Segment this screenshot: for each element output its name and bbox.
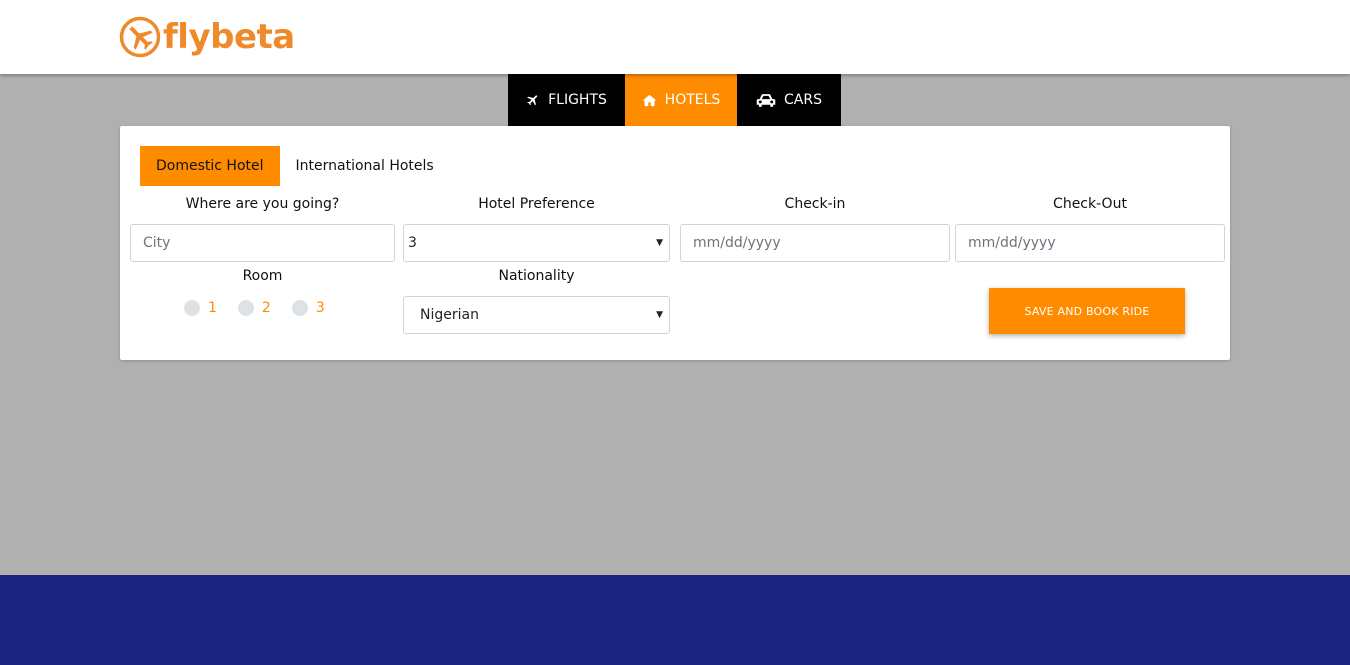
nationality-value: Nigerian bbox=[420, 307, 479, 323]
hotel-preference-select[interactable]: 3 ▼ bbox=[403, 224, 670, 262]
hotel-search-card: Domestic Hotel International Hotels Wher… bbox=[120, 126, 1230, 360]
checkin-placeholder: mm/dd/yyyy bbox=[693, 235, 781, 251]
car-icon bbox=[756, 93, 776, 107]
hotel-preference-label: Hotel Preference bbox=[478, 196, 595, 212]
room-radio-label: 2 bbox=[261, 300, 271, 316]
room-radio-2[interactable]: 2 bbox=[237, 300, 271, 316]
nationality-label: Nationality bbox=[498, 268, 575, 284]
home-icon bbox=[642, 94, 657, 106]
tab-flights[interactable]: FLIGHTS bbox=[508, 74, 625, 126]
radio-circle bbox=[237, 300, 254, 316]
checkout-label: Check-Out bbox=[1053, 196, 1127, 212]
room-radio-1[interactable]: 1 bbox=[184, 300, 217, 316]
destination-input[interactable]: City bbox=[130, 224, 395, 262]
tab-cars-label: CARS bbox=[784, 92, 822, 108]
destination-placeholder: City bbox=[143, 235, 171, 251]
nationality-select[interactable]: Nigerian ▼ bbox=[403, 296, 670, 334]
tab-hotels-label: HOTELS bbox=[664, 92, 721, 108]
room-radio-label: 1 bbox=[208, 300, 217, 316]
radio-circle bbox=[291, 300, 308, 316]
site-header: flybeta bbox=[0, 0, 1350, 74]
room-radio-group: 1 2 3 bbox=[184, 300, 346, 316]
tab-hotels[interactable]: HOTELS bbox=[625, 74, 737, 126]
radio-circle bbox=[184, 300, 200, 316]
destination-label: Where are you going? bbox=[185, 196, 340, 212]
room-radio-label: 3 bbox=[315, 300, 325, 316]
checkin-label: Check-in bbox=[784, 196, 846, 212]
tab-international-hotels[interactable]: International Hotels bbox=[280, 146, 450, 186]
tab-cars[interactable]: CARS bbox=[737, 74, 841, 126]
checkin-date-input[interactable]: mm/dd/yyyy bbox=[680, 224, 950, 262]
room-label: Room bbox=[242, 268, 283, 284]
room-radio-3[interactable]: 3 bbox=[291, 300, 325, 316]
save-and-book-button[interactable]: SAVE AND BOOK RIDE bbox=[989, 288, 1185, 334]
chevron-down-icon: ▼ bbox=[656, 238, 663, 248]
site-footer bbox=[0, 575, 1350, 665]
plane-icon bbox=[527, 95, 538, 106]
hotel-preference-value: 3 bbox=[408, 235, 417, 251]
product-tabs: FLIGHTS HOTELS CARS bbox=[508, 74, 841, 126]
brand-logo[interactable]: flybeta bbox=[119, 15, 295, 59]
checkout-date-input[interactable]: mm/dd/yyyy bbox=[955, 224, 1225, 262]
brand-name: flybeta bbox=[163, 17, 295, 57]
logo-plane-icon bbox=[119, 16, 161, 58]
tab-flights-label: FLIGHTS bbox=[548, 92, 607, 108]
tab-domestic-hotel[interactable]: Domestic Hotel bbox=[140, 146, 280, 186]
hotel-type-tabs: Domestic Hotel International Hotels bbox=[140, 146, 450, 186]
chevron-down-icon: ▼ bbox=[656, 310, 663, 320]
checkout-placeholder: mm/dd/yyyy bbox=[968, 235, 1056, 251]
